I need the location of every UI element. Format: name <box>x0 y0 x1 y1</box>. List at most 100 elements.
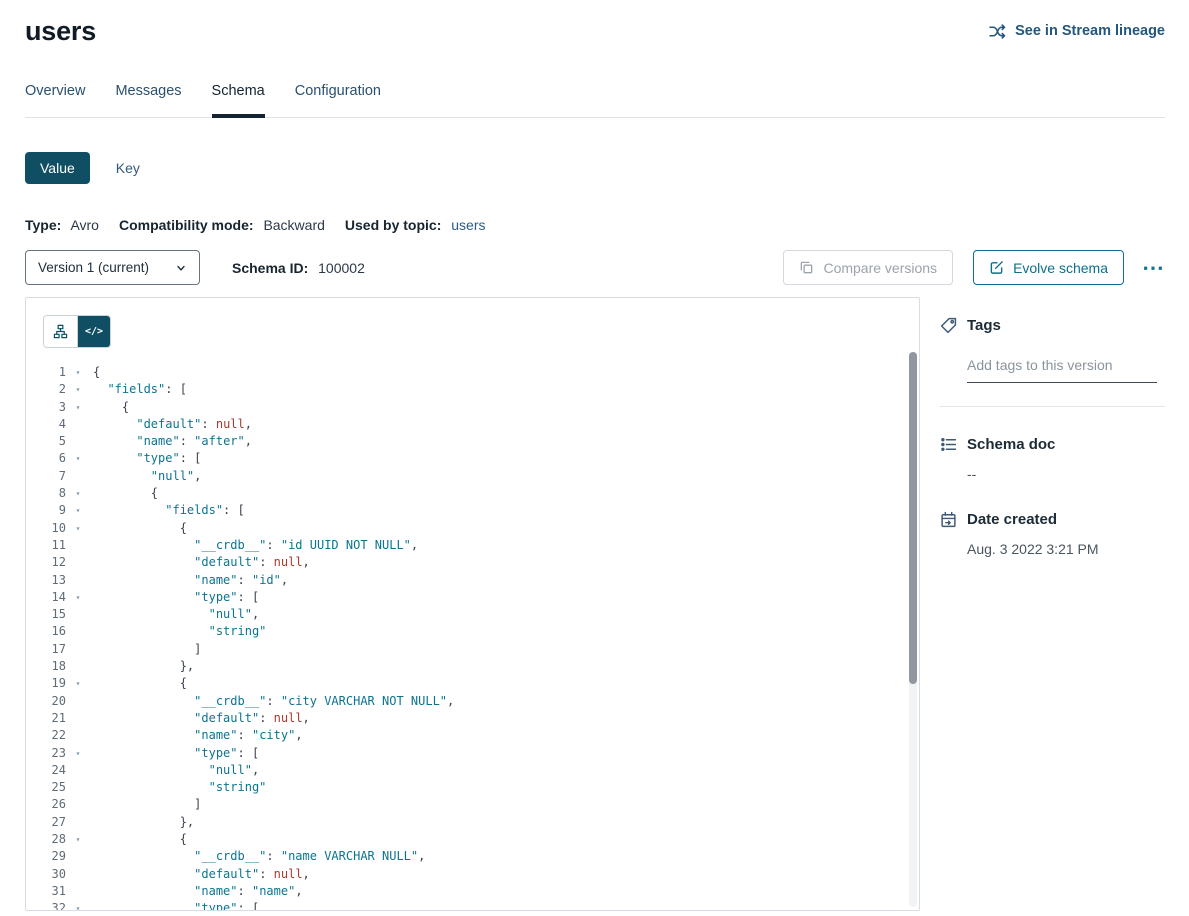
topbar: users See in Stream lineage <box>25 0 1165 53</box>
code-text: "name": "after", <box>93 433 252 450</box>
line-number: 18 <box>26 658 66 675</box>
code-view-button[interactable]: </> <box>77 316 110 347</box>
sidebar-divider <box>940 406 1165 407</box>
scrollbar-thumb[interactable] <box>909 352 917 684</box>
line-number: 8 <box>26 485 66 502</box>
code-line: 7 "null", <box>26 468 919 485</box>
used-by-topic-label: Used by topic: <box>345 217 441 233</box>
fold-spacer <box>70 554 86 571</box>
code-text: "type": [ <box>93 745 259 762</box>
code-text: "fields": [ <box>93 381 187 398</box>
code-view-icon: </> <box>85 326 103 337</box>
collapse-toggle-icon[interactable]: ▾ <box>70 364 86 381</box>
collapse-toggle-icon[interactable]: ▾ <box>70 381 86 398</box>
fold-spacer <box>70 658 86 675</box>
line-number: 31 <box>26 883 66 900</box>
fold-spacer <box>70 416 86 433</box>
evolve-schema-icon <box>989 260 1004 275</box>
fold-spacer <box>70 814 86 831</box>
line-number: 17 <box>26 641 66 658</box>
code-text: }, <box>93 814 194 831</box>
code-text: "default": null, <box>93 710 310 727</box>
meta-type: Type: Avro <box>25 217 99 233</box>
collapse-toggle-icon[interactable]: ▾ <box>70 900 86 911</box>
value-toggle-button[interactable]: Value <box>25 152 90 184</box>
stream-lineage-icon <box>989 23 1006 40</box>
collapse-toggle-icon[interactable]: ▾ <box>70 485 86 502</box>
overflow-menu-button[interactable]: ⋯ <box>1142 258 1165 278</box>
code-line: 13 "name": "id", <box>26 572 919 589</box>
line-number: 24 <box>26 762 66 779</box>
tags-title: Tags <box>967 317 1001 334</box>
version-select[interactable]: Version 1 (current) <box>25 250 200 285</box>
code-text: "__crdb__": "city VARCHAR NOT NULL", <box>93 693 454 710</box>
vertical-scrollbar <box>909 352 917 907</box>
code-line: 18 }, <box>26 658 919 675</box>
line-number: 11 <box>26 537 66 554</box>
code-line: 24 "null", <box>26 762 919 779</box>
line-number: 16 <box>26 623 66 640</box>
collapse-toggle-icon[interactable]: ▾ <box>70 520 86 537</box>
collapse-toggle-icon[interactable]: ▾ <box>70 831 86 848</box>
code-text: "__crdb__": "name VARCHAR NULL", <box>93 848 425 865</box>
date-created-header: Date created <box>940 511 1165 528</box>
code-line: 28▾ { <box>26 831 919 848</box>
code-text: { <box>93 399 129 416</box>
add-tags-input[interactable] <box>967 355 1157 383</box>
code-line: 25 "string" <box>26 779 919 796</box>
code-text: "type": [ <box>93 589 259 606</box>
date-created-value: Aug. 3 2022 3:21 PM <box>967 541 1165 557</box>
code-text: "name": "city", <box>93 727 303 744</box>
schema-id: Schema ID: 100002 <box>232 260 365 276</box>
tab-messages[interactable]: Messages <box>115 83 181 118</box>
code-line: 19▾ { <box>26 675 919 692</box>
compatibility-label: Compatibility mode: <box>119 217 254 233</box>
code-line: 10▾ { <box>26 520 919 537</box>
collapse-toggle-icon[interactable]: ▾ <box>70 589 86 606</box>
code-line: 32▾ "type": [ <box>26 900 919 911</box>
schema-page: users See in Stream lineage Overview Mes… <box>0 0 1189 916</box>
tab-overview[interactable]: Overview <box>25 83 85 118</box>
line-number: 30 <box>26 866 66 883</box>
version-select-value: Version 1 (current) <box>38 260 149 275</box>
collapse-toggle-icon[interactable]: ▾ <box>70 399 86 416</box>
collapse-toggle-icon[interactable]: ▾ <box>70 502 86 519</box>
tags-section-header: Tags <box>940 317 1165 334</box>
code-text: "name": "name", <box>93 883 303 900</box>
tab-schema[interactable]: Schema <box>212 83 265 118</box>
code-text: { <box>93 485 158 502</box>
tab-configuration[interactable]: Configuration <box>295 83 381 118</box>
collapse-toggle-icon[interactable]: ▾ <box>70 675 86 692</box>
tree-view-button[interactable] <box>44 316 77 347</box>
code-line: 3▾ { <box>26 399 919 416</box>
fold-spacer <box>70 537 86 554</box>
line-number: 12 <box>26 554 66 571</box>
chevron-down-icon <box>175 262 187 274</box>
evolve-schema-label: Evolve schema <box>1013 260 1108 276</box>
code-line: 27 }, <box>26 814 919 831</box>
collapse-toggle-icon[interactable]: ▾ <box>70 745 86 762</box>
code-lines: 1▾{2▾ "fields": [3▾ {4 "default": null,5… <box>26 364 919 911</box>
code-line: 30 "default": null, <box>26 866 919 883</box>
compare-versions-button[interactable]: Compare versions <box>783 250 953 285</box>
tag-icon <box>940 317 957 334</box>
topic-link[interactable]: users <box>451 217 485 233</box>
key-toggle-button[interactable]: Key <box>116 160 140 176</box>
line-number: 20 <box>26 693 66 710</box>
schema-doc-value: -- <box>967 466 1165 482</box>
meta-topic: Used by topic: users <box>345 217 486 233</box>
code-line: 17 ] <box>26 641 919 658</box>
fold-spacer <box>70 762 86 779</box>
stream-lineage-link[interactable]: See in Stream lineage <box>989 23 1165 40</box>
schema-content: </> 1▾{2▾ "fields": [3▾ {4 "default": nu… <box>25 297 1165 911</box>
code-text: { <box>93 831 187 848</box>
collapse-toggle-icon[interactable]: ▾ <box>70 450 86 467</box>
code-text: "null", <box>93 606 259 623</box>
stream-lineage-label: See in Stream lineage <box>1015 23 1165 39</box>
line-number: 15 <box>26 606 66 623</box>
code-text: "fields": [ <box>93 502 245 519</box>
code-text: "type": [ <box>93 450 201 467</box>
line-number: 1 <box>26 364 66 381</box>
fold-spacer <box>70 779 86 796</box>
evolve-schema-button[interactable]: Evolve schema <box>973 250 1124 285</box>
